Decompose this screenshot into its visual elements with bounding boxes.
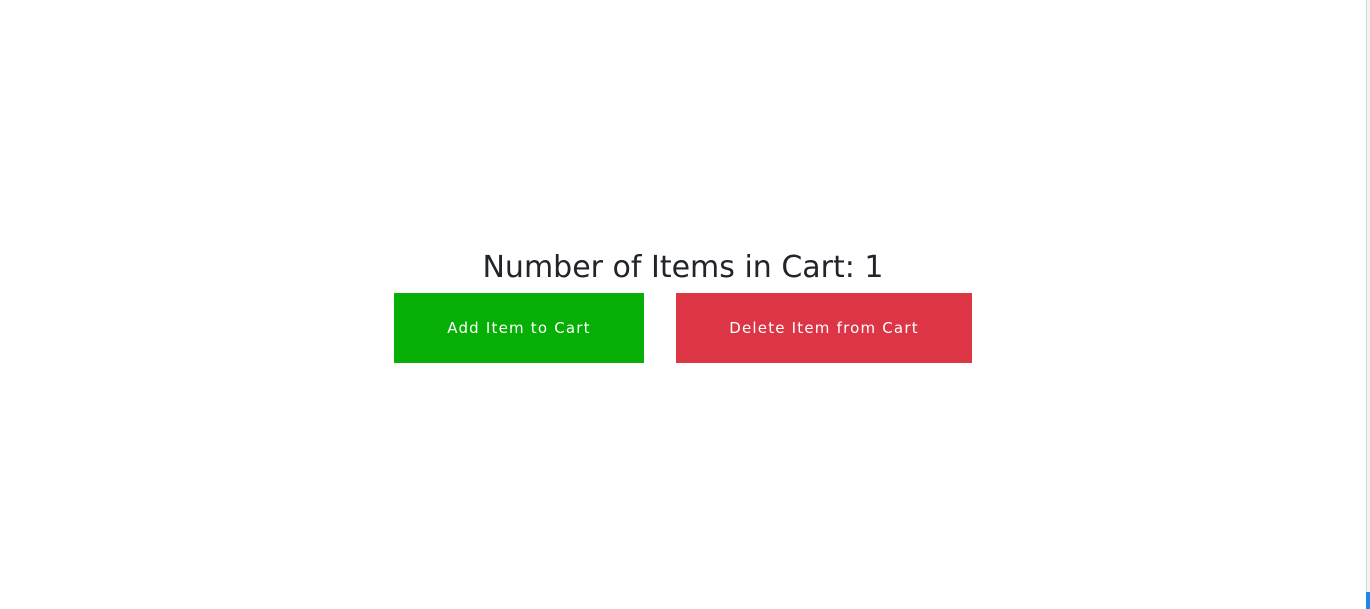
- page: Number of Items in Cart: 1 Add Item to C…: [0, 0, 1370, 609]
- delete-item-button[interactable]: Delete Item from Cart: [676, 293, 972, 363]
- cart-count-heading: Number of Items in Cart: 1: [482, 250, 884, 285]
- add-item-button[interactable]: Add Item to Cart: [394, 293, 644, 363]
- scrollbar-thumb[interactable]: [1366, 592, 1370, 609]
- vertical-scrollbar[interactable]: [1366, 0, 1370, 609]
